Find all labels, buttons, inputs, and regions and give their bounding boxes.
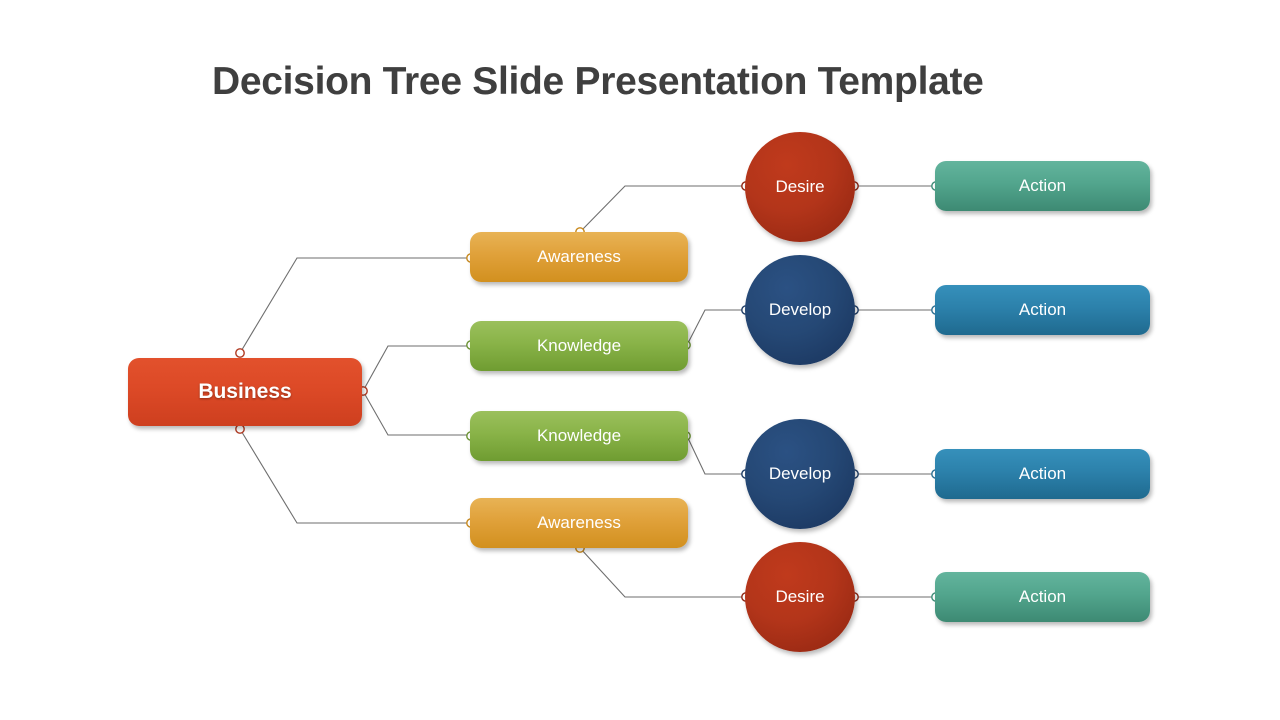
anchor-dot-root-top xyxy=(235,348,245,358)
node-action-1[interactable]: Action xyxy=(935,161,1150,211)
connector-root-to-branch4 xyxy=(239,428,470,524)
node-circle-desire-4[interactable]: Desire xyxy=(745,542,855,652)
node-action-4[interactable]: Action xyxy=(935,572,1150,622)
connector-root-to-branch3 xyxy=(362,390,470,436)
node-circle-develop-2[interactable]: Develop xyxy=(745,255,855,365)
connector-branch3-to-circle3 xyxy=(686,435,745,475)
page-title: Decision Tree Slide Presentation Templat… xyxy=(212,60,984,103)
node-business-root[interactable]: Business xyxy=(128,358,362,426)
node-middle-awareness-1[interactable]: Awareness xyxy=(470,232,688,282)
connector-root-to-branch2 xyxy=(362,345,470,392)
connector-branch4-to-circle4 xyxy=(579,547,745,598)
anchor-dot-root-bottom xyxy=(235,424,245,434)
node-circle-desire-1[interactable]: Desire xyxy=(745,132,855,242)
node-middle-knowledge-3[interactable]: Knowledge xyxy=(470,411,688,461)
connector-root-to-branch1 xyxy=(239,257,470,354)
slide-canvas: Decision Tree Slide Presentation Templat… xyxy=(0,0,1280,720)
node-action-2[interactable]: Action xyxy=(935,285,1150,335)
node-middle-knowledge-2[interactable]: Knowledge xyxy=(470,321,688,371)
node-action-3[interactable]: Action xyxy=(935,449,1150,499)
connector-branch2-to-circle2 xyxy=(686,309,745,346)
node-middle-awareness-4[interactable]: Awareness xyxy=(470,498,688,548)
node-circle-develop-3[interactable]: Develop xyxy=(745,419,855,529)
connector-branch1-to-circle1 xyxy=(579,185,745,233)
